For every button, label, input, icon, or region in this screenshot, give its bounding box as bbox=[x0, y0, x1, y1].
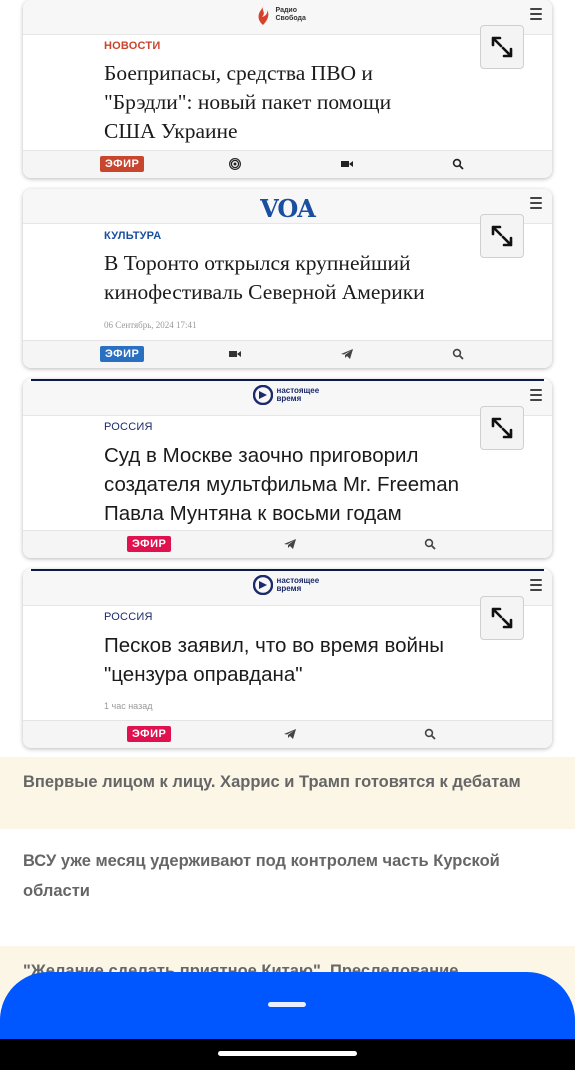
card-header: VOA bbox=[23, 189, 552, 224]
podcast-icon[interactable] bbox=[229, 158, 241, 170]
search-icon[interactable] bbox=[452, 158, 464, 170]
logo-text: VOA bbox=[260, 194, 316, 223]
card-header: Радио Свобода bbox=[23, 0, 552, 35]
headline-line: Суд в Москве заочно приговорил bbox=[104, 444, 419, 467]
expand-icon bbox=[491, 36, 513, 58]
search-icon[interactable] bbox=[424, 728, 436, 740]
expand-icon bbox=[491, 607, 513, 629]
card-footer: ЭФИР bbox=[23, 150, 552, 178]
list-item[interactable]: ВСУ уже месяц удерживают под контролем ч… bbox=[0, 836, 575, 946]
card-header: настоящее время bbox=[23, 381, 552, 416]
logo-text: Радио Свобода bbox=[275, 7, 306, 22]
headline-line: США Украине bbox=[104, 119, 238, 143]
headline-line: создателя мультфильма Mr. Freeman bbox=[104, 473, 460, 496]
headline-line: кинофестиваль Северной Америки bbox=[104, 280, 425, 304]
headline-line: Песков заявил, что во время войны bbox=[104, 634, 445, 657]
video-icon[interactable] bbox=[341, 158, 353, 170]
telegram-icon[interactable] bbox=[284, 538, 296, 550]
card-footer: ЭФИР bbox=[23, 530, 552, 558]
telegram-icon[interactable] bbox=[284, 728, 296, 740]
card-category: РОССИЯ bbox=[104, 421, 153, 433]
live-badge[interactable]: ЭФИР bbox=[100, 156, 145, 172]
card-header: настоящее время bbox=[23, 571, 552, 606]
card-category: РОССИЯ bbox=[104, 611, 153, 623]
expand-button[interactable] bbox=[480, 406, 524, 450]
card-headline[interactable]: Суд в Москве заочно приговорил создателя… bbox=[104, 441, 484, 528]
system-nav-bar bbox=[0, 1039, 575, 1070]
menu-icon[interactable] bbox=[530, 389, 542, 401]
expand-button[interactable] bbox=[480, 25, 524, 69]
logo-text: настоящее время bbox=[276, 386, 320, 403]
card-date: 06 Сентябрь, 2024 17:41 bbox=[104, 320, 197, 330]
card-headline[interactable]: Боеприпасы, средства ПВО и "Брэдли": нов… bbox=[104, 59, 474, 146]
headline-line: "цензура оправдана" bbox=[104, 663, 303, 686]
logo-text: настоящее время bbox=[276, 576, 320, 593]
card-footer: ЭФИР bbox=[23, 720, 552, 748]
voa-logo: VOA bbox=[260, 194, 316, 223]
card-date: 1 час назад bbox=[104, 701, 153, 711]
search-icon[interactable] bbox=[452, 348, 464, 360]
headline-line: Боеприпасы, средства ПВО и bbox=[104, 61, 373, 85]
currenttime-logo-icon bbox=[252, 385, 273, 405]
card-headline[interactable]: В Торонто открылся крупнейший кинофестив… bbox=[104, 249, 474, 307]
card-category: НОВОСТИ bbox=[104, 40, 161, 52]
currenttime-logo-icon bbox=[252, 575, 273, 595]
card-category: КУЛЬТУРА bbox=[104, 230, 162, 242]
headline-line: "Брэдли": новый пакет помощи bbox=[104, 90, 392, 114]
live-badge[interactable]: ЭФИР bbox=[127, 726, 172, 742]
svoboda-logo: Радио Свобода bbox=[256, 4, 320, 26]
list-item-text: Впервые лицом к лицу. Харрис и Трамп гот… bbox=[23, 773, 521, 791]
home-indicator[interactable] bbox=[218, 1051, 357, 1056]
currenttime-logo: настоящее время bbox=[252, 575, 323, 595]
news-card-voa[interactable]: VOA КУЛЬТУРА В Торонто открылся крупнейш… bbox=[23, 189, 552, 368]
card-footer: ЭФИР bbox=[23, 340, 552, 368]
headline-line: В Торонто открылся крупнейший bbox=[104, 251, 411, 275]
bottom-sheet[interactable] bbox=[0, 972, 575, 1042]
currenttime-logo: настоящее время bbox=[252, 385, 323, 405]
card-headline[interactable]: Песков заявил, что во время войны "цензу… bbox=[104, 631, 484, 689]
video-icon[interactable] bbox=[229, 348, 241, 360]
sheet-handle[interactable] bbox=[268, 1002, 306, 1007]
menu-icon[interactable] bbox=[530, 579, 542, 591]
live-badge[interactable]: ЭФИР bbox=[100, 346, 145, 362]
expand-icon bbox=[491, 417, 513, 439]
list-item[interactable]: Впервые лицом к лицу. Харрис и Трамп гот… bbox=[0, 757, 575, 829]
svoboda-flame-icon bbox=[258, 5, 268, 25]
headline-line: Павла Мунтяна к восьми годам bbox=[104, 502, 402, 525]
list-item-text: ВСУ уже месяц удерживают под контролем ч… bbox=[23, 852, 500, 900]
expand-icon bbox=[491, 225, 513, 247]
telegram-icon[interactable] bbox=[341, 348, 353, 360]
expand-button[interactable] bbox=[480, 596, 524, 640]
menu-icon[interactable] bbox=[530, 197, 542, 209]
news-card-svoboda[interactable]: Радио Свобода НОВОСТИ Боеприпасы, средст… bbox=[23, 0, 552, 178]
menu-icon[interactable] bbox=[530, 8, 542, 20]
news-card-currenttime-2[interactable]: настоящее время РОССИЯ Песков заявил, чт… bbox=[23, 569, 552, 748]
news-card-currenttime-1[interactable]: настоящее время РОССИЯ Суд в Москве заоч… bbox=[23, 379, 552, 558]
expand-button[interactable] bbox=[480, 214, 524, 258]
live-badge[interactable]: ЭФИР bbox=[127, 536, 172, 552]
search-icon[interactable] bbox=[424, 538, 436, 550]
